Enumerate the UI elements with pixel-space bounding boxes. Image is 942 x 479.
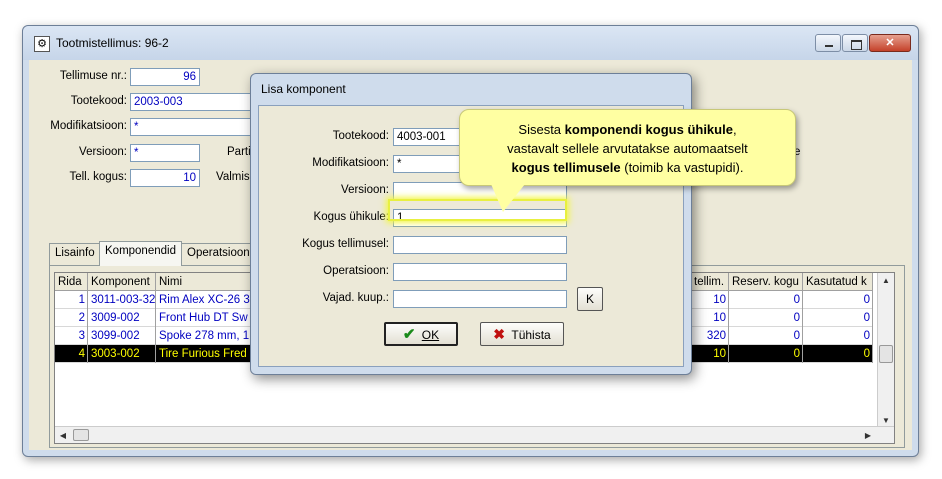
tab-lisainfo[interactable]: Lisainfo (49, 243, 101, 265)
tellimuse-nr-label: Tellimuse nr.: (59, 70, 127, 82)
row-komponent[interactable]: 3009-002 (88, 309, 156, 327)
tell-kogus-label: Tell. kogus: (69, 171, 127, 183)
row-tellim[interactable]: 10 (691, 345, 729, 363)
row-reserv[interactable]: 0 (729, 309, 803, 327)
row-nimi[interactable]: Rim Alex XC-26 32 (156, 291, 252, 309)
row-nimi[interactable]: Tire Furious Fred I (156, 345, 252, 363)
dlg-vajad-kuup-field[interactable] (393, 290, 567, 308)
scroll-up-arrow-icon[interactable]: ▲ (878, 276, 894, 285)
row-nimi[interactable]: Spoke 278 mm, 1 (156, 327, 252, 345)
table-row[interactable]: 3 (55, 327, 88, 345)
row-komponent[interactable]: 3011-003-32I (88, 291, 156, 309)
col-divider (872, 273, 873, 363)
x-icon: ✖ (493, 326, 506, 342)
tootekood-label: Tootekood: (70, 95, 127, 107)
col-divider (87, 273, 88, 363)
row-kasutatud[interactable]: 0 (803, 309, 873, 327)
dlg-operatsioon-field[interactable] (393, 263, 567, 281)
modifikatsioon-field[interactable]: * (130, 118, 255, 136)
dlg-modifikatsioon-label: Modifikatsioon: (312, 157, 389, 169)
tell-kogus-field[interactable]: 10 (130, 169, 200, 187)
ok-button[interactable]: ✔ OK (384, 322, 458, 346)
callout-line-2: vastavalt sellele arvutatakse automaatse… (507, 141, 748, 156)
title-bar[interactable]: ⚙ Tootmistellimus: 96-2 (23, 26, 918, 60)
vertical-scrollbar[interactable]: ▲ ▼ (877, 273, 894, 428)
col-header-reserv[interactable]: Reserv. kogu (729, 273, 803, 291)
row-reserv[interactable]: 0 (729, 291, 803, 309)
horizontal-scroll-thumb[interactable] (73, 429, 89, 441)
cancel-button-label: Tühista (511, 328, 551, 342)
row-kasutatud[interactable]: 0 (803, 345, 873, 363)
tab-komponendid[interactable]: Komponendid (99, 241, 182, 266)
horizontal-scrollbar[interactable]: ◀ ▶ (55, 426, 894, 443)
app-gear-icon: ⚙ (34, 36, 50, 52)
valmis-label: Valmis (216, 171, 250, 183)
col-header-komponent[interactable]: Komponent (88, 273, 156, 291)
col-divider (155, 273, 156, 363)
tellimuse-nr-field[interactable]: 96 (130, 68, 200, 86)
tab-operatsioon[interactable]: Operatsioon (181, 243, 256, 265)
col-divider (802, 273, 803, 363)
table-row[interactable]: 2 (55, 309, 88, 327)
versioon-field[interactable]: * (130, 144, 200, 162)
dialog-title: Lisa komponent (261, 82, 346, 96)
col-header-nimi[interactable]: Nimi (156, 273, 252, 291)
callout-pointer (491, 184, 525, 212)
checkmark-icon: ✔ (402, 326, 416, 343)
ok-button-label: OK (421, 328, 440, 342)
row-kasutatud[interactable]: 0 (803, 291, 873, 309)
table-row[interactable]: 4 (55, 345, 88, 363)
dlg-versioon-label: Versioon: (341, 184, 389, 196)
row-komponent[interactable]: 3003-002 (88, 345, 156, 363)
row-reserv[interactable]: 0 (729, 345, 803, 363)
row-komponent[interactable]: 3099-002 (88, 327, 156, 345)
scroll-down-arrow-icon[interactable]: ▼ (878, 416, 894, 425)
row-tellim[interactable]: 320 (691, 327, 729, 345)
col-divider (728, 273, 729, 363)
scroll-right-arrow-icon[interactable]: ▶ (860, 431, 876, 440)
vertical-scroll-thumb[interactable] (879, 345, 893, 363)
dlg-kogus-tellimusel-label: Kogus tellimusel: (302, 238, 389, 250)
versioon-label: Versioon: (79, 146, 127, 158)
dlg-vajad-kuup-label: Vajad. kuup.: (322, 292, 389, 304)
tootekood-field[interactable]: 2003-003 (130, 93, 255, 111)
col-header-rida[interactable]: Rida (55, 273, 88, 291)
table-row[interactable]: 1 (55, 291, 88, 309)
modifikatsioon-label: Modifikatsioon: (50, 120, 127, 132)
row-reserv[interactable]: 0 (729, 327, 803, 345)
dlg-operatsioon-label: Operatsioon: (323, 265, 389, 277)
col-header-tellim[interactable]: tellim. (691, 273, 729, 291)
scroll-left-arrow-icon[interactable]: ◀ (55, 431, 71, 440)
dlg-kogus-uhikule-label: Kogus ühikule: (313, 211, 389, 223)
maximize-button[interactable] (842, 34, 868, 52)
dlg-tootekood-label: Tootekood: (332, 130, 389, 142)
row-nimi[interactable]: Front Hub DT Sw (156, 309, 252, 327)
dlg-kogus-tellimusel-field[interactable] (393, 236, 567, 254)
date-picker-button[interactable]: K (577, 287, 603, 311)
callout-line-1: Sisesta komponendi kogus ühikule, (518, 122, 737, 137)
col-header-kasutatud[interactable]: Kasutatud k (803, 273, 873, 291)
callout-line-3: kogus tellimusele (toimib ka vastupidi). (511, 160, 744, 175)
row-kasutatud[interactable]: 0 (803, 327, 873, 345)
row-tellim[interactable]: 10 (691, 291, 729, 309)
row-tellim[interactable]: 10 (691, 309, 729, 327)
close-button[interactable] (869, 34, 911, 52)
minimize-button[interactable] (815, 34, 841, 52)
dlg-kogus-uhikule-field[interactable]: 1 (393, 209, 567, 227)
hint-callout: Sisesta komponendi kogus ühikule, vastav… (459, 109, 796, 186)
cancel-button[interactable]: ✖ Tühista (480, 322, 564, 346)
window-title: Tootmistellimus: 96-2 (56, 36, 169, 50)
